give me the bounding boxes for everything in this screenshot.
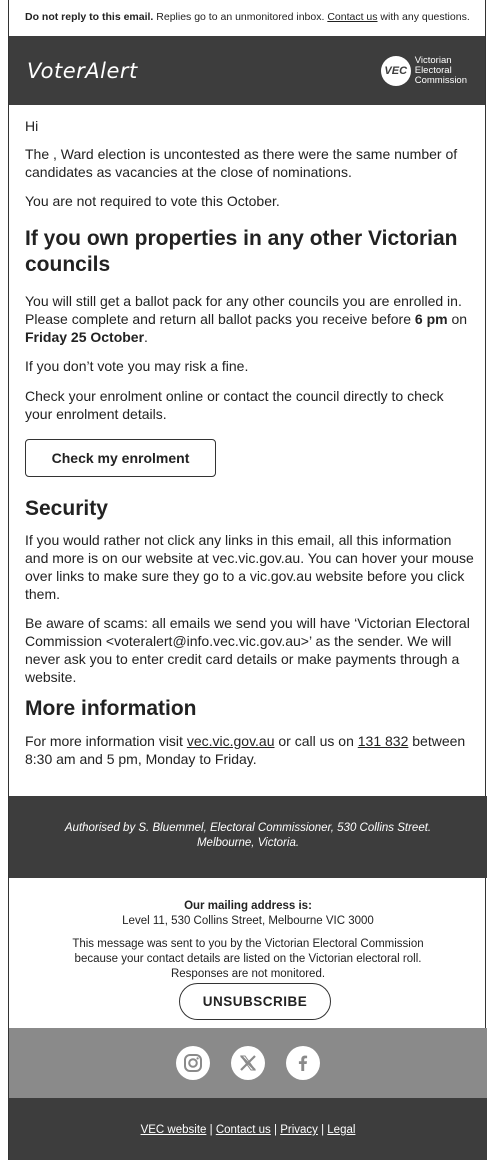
footer-links-bar: VEC website | Contact us | Privacy | Leg… [9,1098,487,1160]
link-separator: | [317,1124,328,1136]
ballot-text-c: on [447,311,468,327]
security-paragraph: If you would rather not click any links … [25,532,474,602]
heading-more-information: More information [25,697,197,720]
not-required-paragraph: You are not required to vote this Octobe… [25,193,280,209]
footer-link-privacy[interactable]: Privacy [280,1124,318,1136]
authorisation-notice: Authorised by S. Bluemmel, Electoral Com… [9,796,487,878]
ballot-pack-paragraph: You will still get a ballot pack for any… [25,292,479,346]
mailing-address: Level 11, 530 Collins Street, Melbourne … [122,915,374,927]
ballot-text-a: You will still get a ballot pack for any… [25,293,462,327]
deadline-date: Friday 25 October [25,329,145,345]
notice-text: Replies go to an unmonitored inbox. [153,11,328,23]
vec-logo: VEC Victorian Electoral Commission [380,54,467,86]
vec-logo-text: Victorian Electoral Commission [414,54,467,86]
greeting: Hi [25,118,39,134]
deadline-time: 6 pm [414,311,448,327]
notice-bold: Do not reply to this email. [25,11,154,23]
ballot-text-e: . [144,329,148,345]
fine-paragraph: If you don’t vote you may risk a fine. [25,358,249,374]
check-enrolment-button[interactable]: Check my enrolment [25,439,216,477]
footer-link-legal[interactable]: Legal [327,1124,355,1136]
facebook-icon[interactable] [286,1046,320,1080]
logo-line-3: Commission [414,74,467,86]
scam-paragraph: Be aware of scams: all emails we send yo… [25,615,470,685]
more-info-text-b: or call us on [274,733,358,749]
link-separator: | [270,1124,281,1136]
instagram-icon[interactable] [176,1046,210,1080]
logo-line-1: Victorian [414,54,452,66]
link-separator: | [206,1124,216,1136]
disclaimer-message: This message was sent to you by the Vict… [72,938,424,980]
footer-link-contact-us[interactable]: Contact us [216,1124,271,1136]
uncontested-paragraph: The , Ward election is uncontested as th… [25,146,458,180]
vec-logo-icon: VEC [380,55,411,86]
check-enrolment-paragraph: Check your enrolment online or contact t… [25,388,444,422]
heading-security: Security [25,497,108,520]
mailing-address-block: Our mailing address is: Level 11, 530 Co… [9,899,487,929]
phone-link[interactable]: 131 832 [358,733,409,749]
email-frame: Do not reply to this email. Replies go t… [8,0,487,1160]
mailing-title: Our mailing address is: [184,900,312,912]
more-info-paragraph: For more information visit vec.vic.gov.a… [25,732,481,768]
footer-link-vec-website[interactable]: VEC website [141,1124,207,1136]
unsubscribe-button[interactable]: UNSUBSCRIBE [179,983,331,1020]
more-info-text-a: For more information visit [25,733,187,749]
logo-line-2: Electoral [414,64,452,76]
x-icon[interactable] [231,1046,265,1080]
heading-other-councils: If you own properties in any other Victo… [25,227,458,276]
social-bar [9,1028,487,1098]
notice-contact-link[interactable]: Contact us [327,11,377,23]
notice-tail: with any questions. [377,11,470,23]
no-reply-notice: Do not reply to this email. Replies go t… [9,0,485,36]
header-bar: VoterAlert VEC Victorian Electoral Commi… [9,36,485,105]
brand-title: VoterAlert [27,58,138,83]
vec-website-link[interactable]: vec.vic.gov.au [187,733,275,749]
